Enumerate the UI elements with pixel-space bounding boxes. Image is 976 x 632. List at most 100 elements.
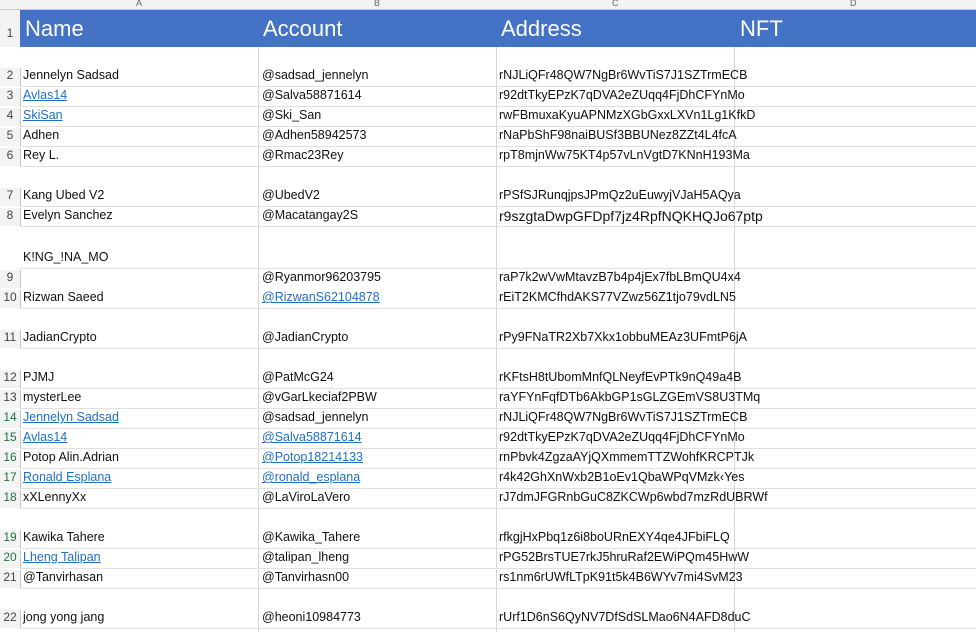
- row-gridline: [20, 268, 976, 269]
- cell-address[interactable]: rJ7dmJFGRnbGuC8ZKCWp6wbd7mzRdUBRWf: [499, 490, 768, 504]
- cell-account[interactable]: @ronald_esplana: [262, 470, 360, 484]
- cell-address[interactable]: rPy9FNaTR2Xb7Xkx1obbuMEAz3UFmtP6jA: [499, 330, 747, 344]
- header-account[interactable]: Account: [263, 16, 343, 42]
- cell-address[interactable]: r92dtTkyEPzK7qDVA2eZUqq4FjDhCFYnMo: [499, 88, 745, 102]
- cell-account[interactable]: @PatMcG24: [262, 370, 334, 384]
- cell-name[interactable]: Rey L.: [23, 148, 59, 162]
- column-headers: A B C D: [0, 0, 976, 10]
- header-nft[interactable]: NFT: [740, 16, 783, 42]
- cell-account[interactable]: @Macatangay2S: [262, 208, 358, 222]
- cell-account[interactable]: @vGarLkeciaf2PBW: [262, 390, 377, 404]
- cell-address[interactable]: r9szgtaDwpGFDpf7jz4RpfNQKHQJo67ptp: [499, 208, 763, 224]
- cell-name[interactable]: Adhen: [23, 128, 59, 142]
- cell-name[interactable]: Potop Alin.Adrian: [23, 450, 119, 464]
- cell-account[interactable]: @LaViroLaVero: [262, 490, 350, 504]
- row-number[interactable]: 14: [0, 410, 21, 428]
- cell-name[interactable]: SkiSan: [23, 108, 63, 122]
- row-gridline: [20, 548, 976, 549]
- cell-account[interactable]: @UbedV2: [262, 188, 320, 202]
- cell-name[interactable]: Avlas14: [23, 88, 67, 102]
- cell-address[interactable]: rs1nm6rUWfLTpK91t5k4B6WYv7mi4SvM23: [499, 570, 743, 584]
- cell-account[interactable]: @Adhen58942573: [262, 128, 366, 142]
- cell-address[interactable]: rfkgjHxPbq1z6i8boURnEXY4qe4JFbiFLQ: [499, 530, 730, 544]
- cell-account[interactable]: @sadsad_jennelyn: [262, 68, 369, 82]
- cell-address[interactable]: rPG52BrsTUE7rkJ5hruRaf2EWiPQm45HwW: [499, 550, 749, 564]
- row-number[interactable]: 12: [0, 370, 21, 388]
- cell-address[interactable]: rNJLiQFr48QW7NgBr6WvTiS7J1SZTrmECB: [499, 410, 747, 424]
- row-number[interactable]: 2: [0, 68, 21, 86]
- cell-account[interactable]: @Ryanmor96203795: [262, 270, 381, 284]
- row-gridline: [20, 508, 976, 509]
- cell-address[interactable]: raYFYnFqfDTb6AkbGP1sGLZGEmVS8U3TMq: [499, 390, 760, 404]
- cell-name[interactable]: Avlas14: [23, 430, 67, 444]
- cell-address[interactable]: rPSfSJRunqjpsJPmQz2uEuwyjVJaH5AQya: [499, 188, 741, 202]
- row-gridline: [20, 348, 976, 349]
- cell-name[interactable]: Jennelyn Sadsad: [23, 68, 119, 82]
- cell-account[interactable]: @Potop18214133: [262, 450, 363, 464]
- cell-name[interactable]: Evelyn Sanchez: [23, 208, 113, 222]
- cell-address[interactable]: rKFtsH8tUbomMnfQLNeyfEvPTk9nQ49a4B: [499, 370, 741, 384]
- cell-address[interactable]: rnPbvk4ZgzaAYjQXmmemTTZWohfKRCPTJk: [499, 450, 754, 464]
- row-number[interactable]: 17: [0, 470, 21, 488]
- cell-name[interactable]: Ronald Esplana: [23, 470, 111, 484]
- cell-name[interactable]: mysterLee: [23, 390, 81, 404]
- cell-account[interactable]: @RizwanS62104878: [262, 290, 380, 304]
- row-number[interactable]: 6: [0, 148, 21, 166]
- cell-name[interactable]: Lheng Talipan: [23, 550, 101, 564]
- cell-name[interactable]: PJMJ: [23, 370, 54, 384]
- row-number[interactable]: 18: [0, 490, 21, 508]
- column-header-d[interactable]: D: [850, 0, 857, 8]
- row-number-header[interactable]: 1: [0, 10, 21, 47]
- cell-name[interactable]: Kang Ubed V2: [23, 188, 104, 202]
- cell-name[interactable]: Kawika Tahere: [23, 530, 105, 544]
- cell-address[interactable]: r4k42GhXnWxb2B1oEv1QbaWPqVMzk‹Yes: [499, 470, 744, 484]
- cell-name[interactable]: K!NG_!NA_MO: [23, 250, 108, 264]
- row-number[interactable]: 8: [0, 208, 21, 226]
- row-number[interactable]: 22: [0, 610, 21, 628]
- column-header-b[interactable]: B: [374, 0, 380, 8]
- row-number[interactable]: 20: [0, 550, 21, 568]
- cell-account[interactable]: @Salva58871614: [262, 430, 362, 444]
- row-number[interactable]: 4: [0, 108, 21, 126]
- row-number[interactable]: 7: [0, 188, 21, 206]
- cell-account[interactable]: @sadsad_jennelyn: [262, 410, 369, 424]
- row-number[interactable]: 9: [0, 270, 21, 288]
- column-header-a[interactable]: A: [136, 0, 142, 8]
- cell-name[interactable]: JadianCrypto: [23, 330, 97, 344]
- column-header-c[interactable]: C: [612, 0, 619, 8]
- cell-address[interactable]: rwFBmuxaKyuAPNMzXGbGxxLXVn1Lg1KfkD: [499, 108, 755, 122]
- cell-address[interactable]: rNJLiQFr48QW7NgBr6WvTiS7J1SZTrmECB: [499, 68, 747, 82]
- row-number[interactable]: 10: [0, 290, 21, 308]
- cell-account[interactable]: @talipan_lheng: [262, 550, 349, 564]
- header-address[interactable]: Address: [501, 16, 582, 42]
- row-number[interactable]: 13: [0, 390, 21, 408]
- cell-account[interactable]: @Tanvirhasn00: [262, 570, 349, 584]
- row-gridline: [20, 126, 976, 127]
- row-number[interactable]: 15: [0, 430, 21, 448]
- row-number[interactable]: 3: [0, 88, 21, 106]
- cell-account[interactable]: @JadianCrypto: [262, 330, 348, 344]
- cell-name[interactable]: Rizwan Saeed: [23, 290, 104, 304]
- cell-name[interactable]: jong yong jang: [23, 610, 104, 624]
- cell-name[interactable]: Jennelyn Sadsad: [23, 410, 119, 424]
- row-number[interactable]: 19: [0, 530, 21, 548]
- cell-account[interactable]: @Kawika_Tahere: [262, 530, 360, 544]
- cell-address[interactable]: r92dtTkyEPzK7qDVA2eZUqq4FjDhCFYnMo: [499, 430, 745, 444]
- row-gridline: [20, 146, 976, 147]
- cell-address[interactable]: rUrf1D6nS6QyNV7DfSdSLMao6N4AFD8duC: [499, 610, 751, 624]
- cell-address[interactable]: rpT8mjnWw75KT4p57vLnVgtD7KNnH193Ma: [499, 148, 750, 162]
- cell-account[interactable]: @Ski_San: [262, 108, 321, 122]
- cell-address[interactable]: raP7k2wVwMtavzB7b4p4jEx7fbLBmQU4x4: [499, 270, 741, 284]
- cell-account[interactable]: @Rmac23Rey: [262, 148, 343, 162]
- cell-address[interactable]: rNaPbShF98naiBUSf3BBUNez8ZZt4L4fcA: [499, 128, 737, 142]
- row-number[interactable]: 21: [0, 570, 21, 588]
- row-number[interactable]: 11: [0, 330, 21, 348]
- row-number[interactable]: 16: [0, 450, 21, 468]
- cell-address[interactable]: rEiT2KMCfhdAKS77VZwz56Z1tjo79vdLN5: [499, 290, 736, 304]
- cell-name[interactable]: xXLennyXx: [23, 490, 86, 504]
- header-name[interactable]: Name: [25, 16, 84, 42]
- cell-account[interactable]: @heoni10984773: [262, 610, 361, 624]
- cell-name[interactable]: @Tanvirhasan: [23, 570, 103, 584]
- cell-account[interactable]: @Salva58871614: [262, 88, 362, 102]
- row-number[interactable]: 5: [0, 128, 21, 146]
